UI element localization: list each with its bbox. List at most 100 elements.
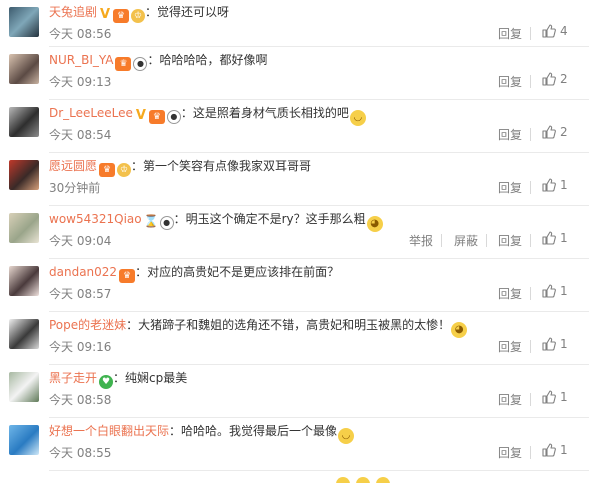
panda-icon: ● [159, 216, 174, 230]
reply-link[interactable]: 回复 [498, 286, 522, 302]
comment-body: Dr_LeeLeeLee V ♛ ● ：这是照着身材气质长相找的吧 ◡ [49, 104, 366, 126]
avatar[interactable] [9, 213, 39, 243]
panda-icon: ● [166, 110, 181, 124]
avatar[interactable] [9, 7, 39, 37]
like-count: 2 [560, 125, 568, 139]
comment-list: 天兔追剧 V ♛ ♔ ：觉得还可以呀 今天 08:56 回复 4 NUR_BI_YA ♛ ●… [0, 0, 589, 471]
like-count: 2 [560, 72, 568, 86]
like-button[interactable]: 1 [542, 178, 568, 196]
action-divider [530, 128, 531, 141]
like-count: 1 [560, 337, 568, 351]
reply-link[interactable]: 回复 [498, 445, 522, 461]
comment-item: Pope的老迷妹：大猪蹄子和魏姐的选角还不错，高贵妃和明玉被黑的太惨！ ◕ 今天 … [0, 312, 589, 365]
laughing-emoji [376, 477, 390, 483]
comment-item: 黑子走开 ♥ ：纯娴cp最美 今天 08:58 回复 1 [0, 365, 589, 418]
like-count: 1 [560, 390, 568, 404]
thumbs-up-icon [542, 390, 556, 404]
username-link[interactable]: Dr_LeeLeeLee [49, 106, 133, 120]
comment-text: ：纯娴cp最美 [113, 371, 188, 385]
comment-text: ：这是照着身材气质长相找的吧 [180, 106, 349, 120]
like-button[interactable]: 2 [542, 125, 568, 143]
comment-text: ：大猪蹄子和魏姐的选角还不错，高贵妃和明玉被黑的太惨！ [126, 318, 451, 332]
username-link[interactable]: NUR_BI_YA [49, 53, 113, 67]
vip-icon: ♛ [148, 110, 165, 124]
comment-time: 今天 09:13 [49, 75, 112, 89]
comment-body: wow54321Qiao ⌛ ● ：明玉这个确定不是ry？这手那么粗 ◕ [49, 210, 383, 232]
username-link[interactable]: 黑子走开 [49, 371, 97, 385]
v-icon: V [99, 7, 111, 22]
comment-text: ：对应的高贵妃不是更应该排在前面？ [135, 265, 340, 279]
gold-icon: ♔ [131, 9, 146, 23]
action-divider [486, 234, 487, 247]
avatar[interactable] [9, 160, 39, 190]
like-button[interactable]: 4 [542, 24, 568, 42]
comment-text: ：第一个笑容有点像我家双耳哥哥 [131, 159, 312, 173]
username-link[interactable]: dandan022 [49, 265, 117, 279]
comment-text: ：明玉这个确定不是ry？这手那么粗 [173, 212, 366, 226]
avatar[interactable] [9, 266, 39, 296]
report-link[interactable]: 举报 [409, 233, 433, 249]
username-link[interactable]: Pope的老迷妹 [49, 318, 126, 332]
comment-time: 今天 08:58 [49, 393, 112, 407]
panda-icon: ● [133, 57, 148, 71]
like-count: 4 [560, 24, 568, 38]
heart-icon: ♥ [99, 375, 114, 389]
doge-emoji: ◕ [366, 216, 383, 232]
hourglass-icon: ⌛ [143, 214, 159, 228]
thumbs-up-icon [542, 443, 556, 457]
comment-body: Pope的老迷妹：大猪蹄子和魏姐的选角还不错，高贵妃和明玉被黑的太惨！ ◕ [49, 316, 468, 338]
comment-item: 好想一个白眼翻出天际：哈哈哈。我觉得最后一个最像 ◡ 今天 08:55 回复 1 [0, 418, 589, 471]
like-count: 1 [560, 284, 568, 298]
action-divider [530, 181, 531, 194]
thumbs-up-icon [542, 178, 556, 192]
avatar[interactable] [9, 54, 39, 84]
comment-item: Dr_LeeLeeLee V ♛ ● ：这是照着身材气质长相找的吧 ◡ 今天 08:54 … [0, 100, 589, 153]
block-link[interactable]: 屏蔽 [454, 233, 478, 249]
action-divider [530, 446, 531, 459]
reply-link[interactable]: 回复 [498, 127, 522, 143]
comment-text: ：哈哈哈。我觉得最后一个最像 [169, 424, 338, 438]
row-divider [49, 470, 589, 471]
like-button[interactable]: 2 [542, 72, 568, 90]
comment-time: 今天 08:55 [49, 446, 112, 460]
comment-item: 天兔追剧 V ♛ ♔ ：觉得还可以呀 今天 08:56 回复 4 [0, 0, 589, 47]
reply-link[interactable]: 回复 [498, 74, 522, 90]
like-button[interactable]: 1 [542, 284, 568, 302]
comment-body: 黑子走开 ♥ ：纯娴cp最美 [49, 369, 188, 389]
comment-text: ：觉得还可以呀 [145, 5, 230, 19]
reply-link[interactable]: 回复 [498, 26, 522, 42]
like-count: 1 [560, 231, 568, 245]
username-link[interactable]: 好想一个白眼翻出天际 [49, 424, 169, 438]
reply-link[interactable]: 回复 [498, 233, 522, 249]
comment-item: wow54321Qiao ⌛ ● ：明玉这个确定不是ry？这手那么粗 ◕ 今天 09:0… [0, 206, 589, 259]
username-link[interactable]: wow54321Qiao [49, 212, 142, 226]
comment-time: 今天 08:57 [49, 287, 112, 301]
username-link[interactable]: 愿远圆愿 [49, 159, 97, 173]
action-divider [530, 340, 531, 353]
like-button[interactable]: 1 [542, 443, 568, 461]
avatar[interactable] [9, 107, 39, 137]
comment-text: ：哈哈哈哈，都好像啊 [147, 53, 268, 67]
action-divider [530, 27, 531, 40]
like-count: 1 [560, 178, 568, 192]
avatar[interactable] [9, 425, 39, 455]
reply-link[interactable]: 回复 [498, 339, 522, 355]
vip-icon: ♛ [99, 163, 116, 177]
reply-link[interactable]: 回复 [498, 392, 522, 408]
comment-time: 今天 08:56 [49, 27, 112, 41]
vip-icon: ♛ [115, 57, 132, 71]
action-divider [530, 75, 531, 88]
like-button[interactable]: 1 [542, 231, 568, 249]
vip-icon: ♛ [113, 9, 130, 23]
comment-time: 30分钟前 [49, 181, 101, 195]
avatar[interactable] [9, 319, 39, 349]
action-divider [530, 393, 531, 406]
doge-emoji: ◕ [451, 322, 468, 338]
comment-time: 今天 08:54 [49, 128, 112, 142]
gold-icon: ♔ [117, 163, 132, 177]
like-button[interactable]: 1 [542, 337, 568, 355]
reply-link[interactable]: 回复 [498, 180, 522, 196]
like-button[interactable]: 1 [542, 390, 568, 408]
avatar[interactable] [9, 372, 39, 402]
username-link[interactable]: 天兔追剧 [49, 5, 97, 19]
